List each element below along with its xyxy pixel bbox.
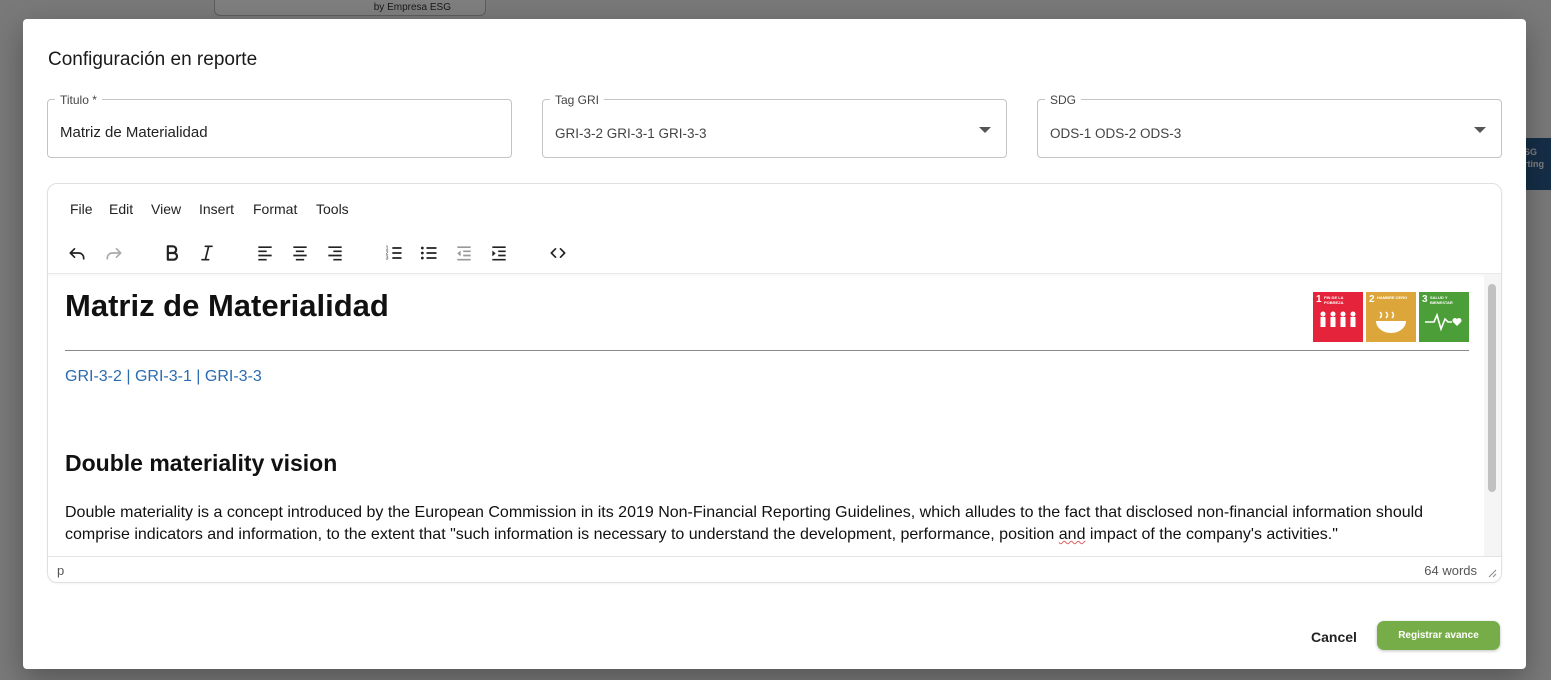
heartbeat-icon [1425, 312, 1462, 332]
editor-toolbar: 123 [48, 234, 1501, 274]
tag-gri-label: Tag GRI [550, 93, 605, 107]
align-left-icon[interactable] [250, 238, 280, 268]
editor-menubar: File Edit View Insert Format Tools [48, 184, 1501, 234]
sdg-2-label: HAMBRE CERO [1377, 295, 1408, 300]
spellcheck-word: and [1058, 526, 1086, 543]
cancel-button[interactable]: Cancel [1299, 622, 1369, 652]
redo-icon[interactable] [99, 238, 129, 268]
align-right-icon[interactable] [320, 238, 350, 268]
titulo-label: Titulo * [55, 93, 102, 107]
content-gri-tags: GRI-3-2 | GRI-3-1 | GRI-3-3 [65, 368, 262, 385]
sdg-3-badge: 3 SALUD Y BIENESTAR [1419, 292, 1469, 342]
editor-statusbar: p 64 words [48, 556, 1501, 582]
sdg-badges: 1 FIN DE LA POBREZA 2 HAMBRE CERO 3 SALU… [1313, 292, 1469, 342]
content-subheading: Double materiality vision [65, 450, 338, 476]
content-heading: Matriz de Materialidad [65, 288, 389, 323]
sdg-1-badge: 1 FIN DE LA POBREZA [1313, 292, 1363, 342]
people-icon [1320, 311, 1356, 327]
menu-insert[interactable]: Insert [199, 201, 234, 217]
sdg-2-number: 2 [1369, 294, 1375, 305]
editor-scrollbar-thumb[interactable] [1488, 284, 1496, 492]
sdg-label: SDG [1045, 93, 1082, 107]
bullet-list-icon[interactable] [414, 238, 444, 268]
tag-gri-select[interactable]: Tag GRI GRI-3-2 GRI-3-1 GRI-3-3 [542, 93, 1007, 158]
sdg-3-number: 3 [1422, 294, 1428, 305]
source-code-icon[interactable] [543, 238, 573, 268]
sdg-value: ODS-1 ODS-2 ODS-3 [1050, 126, 1182, 141]
paragraph-text-2: impact of the company's activities." [1085, 526, 1338, 543]
sdg-2-badge: 2 HAMBRE CERO [1366, 292, 1416, 342]
content-divider [65, 350, 1469, 351]
italic-icon[interactable] [192, 238, 222, 268]
bowl-icon [1376, 311, 1406, 333]
numbered-list-icon[interactable]: 123 [379, 238, 409, 268]
sdg-1-number: 1 [1316, 294, 1322, 305]
bold-icon[interactable] [157, 238, 187, 268]
chevron-down-icon[interactable] [1474, 127, 1486, 133]
menu-view[interactable]: View [151, 201, 181, 217]
tag-gri-value: GRI-3-2 GRI-3-1 GRI-3-3 [555, 126, 707, 141]
svg-text:3: 3 [386, 256, 389, 262]
element-path[interactable]: p [57, 563, 64, 578]
resize-handle-icon[interactable] [1487, 568, 1497, 578]
menu-file[interactable]: File [70, 201, 93, 217]
sdg-select[interactable]: SDG ODS-1 ODS-2 ODS-3 [1037, 93, 1502, 158]
registrar-avance-button[interactable]: Registrar avance [1377, 621, 1500, 650]
report-config-modal: Configuración en reporte Titulo * Matriz… [23, 19, 1526, 669]
titulo-field[interactable]: Titulo * Matriz de Materialidad [47, 93, 512, 158]
align-center-icon[interactable] [285, 238, 315, 268]
content-paragraph: Double materiality is a concept introduc… [65, 502, 1475, 546]
titulo-input[interactable]: Matriz de Materialidad [60, 124, 208, 141]
menu-format[interactable]: Format [253, 201, 297, 217]
editor-content[interactable]: Matriz de Materialidad 1 FIN DE LA POBRE… [48, 274, 1484, 556]
rich-text-editor: File Edit View Insert Format Tools 1 2 3… [47, 183, 1502, 583]
word-count[interactable]: 64 words [1424, 563, 1477, 578]
chevron-down-icon[interactable] [979, 127, 991, 133]
menu-tools[interactable]: Tools [316, 201, 349, 217]
outdent-icon[interactable] [449, 238, 479, 268]
modal-title: Configuración en reporte [48, 49, 258, 70]
sdg-3-label: SALUD Y BIENESTAR [1430, 295, 1453, 305]
menu-edit[interactable]: Edit [109, 201, 133, 217]
sdg-1-label: FIN DE LA POBREZA [1324, 295, 1344, 305]
undo-icon[interactable] [62, 238, 92, 268]
indent-icon[interactable] [484, 238, 514, 268]
